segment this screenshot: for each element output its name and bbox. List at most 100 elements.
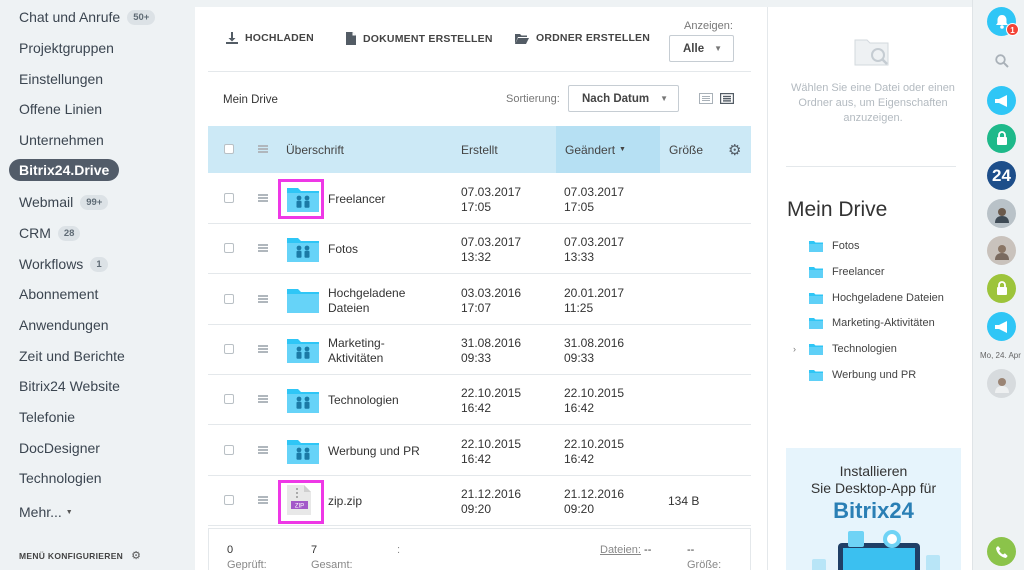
video-chat-button[interactable] (987, 312, 1016, 341)
megaphone-icon (994, 94, 1007, 107)
created-date: 22.10.2015 16:42 (461, 437, 521, 467)
sidebar-item-webmail[interactable]: Webmail 99+ (19, 192, 109, 212)
table-row[interactable]: Technologien 22.10.2015 16:42 22.10.2015 16:… (208, 375, 751, 425)
folder-search-icon (854, 39, 889, 66)
sort-value: Nach Datum (582, 92, 650, 105)
row-checkbox[interactable] (224, 394, 234, 404)
avatar[interactable] (987, 369, 1016, 398)
person-icon (994, 377, 1009, 393)
row-menu-icon[interactable] (258, 194, 268, 202)
column-size-header[interactable]: Größe (669, 126, 703, 173)
gear-icon[interactable]: ⚙ (728, 126, 741, 173)
show-filter-select[interactable]: Alle ▼ (669, 35, 734, 62)
tree-item[interactable]: Technologien (809, 343, 897, 355)
row-menu-icon[interactable] (258, 244, 268, 252)
files-count[interactable]: Dateien: -- (600, 544, 651, 556)
sidebar-item-anwendungen[interactable]: Anwendungen (19, 315, 109, 335)
row-menu-icon[interactable] (258, 395, 268, 403)
create-folder-label: ORDNER ERSTELLEN (536, 32, 651, 44)
avatar[interactable] (987, 236, 1016, 265)
file-name[interactable]: zip.zip (328, 494, 438, 509)
column-changed-header[interactable]: Geändert ▼ (556, 126, 660, 173)
upload-button[interactable]: HOCHLADEN (226, 32, 314, 44)
sidebar-item-abonnement[interactable]: Abonnement (19, 284, 98, 304)
sidebar-item-zeit-berichte[interactable]: Zeit und Berichte (19, 346, 125, 366)
column-created-header[interactable]: Erstellt (461, 126, 498, 173)
shared-folder-icon[interactable] (287, 438, 319, 469)
create-folder-button[interactable]: ORDNER ERSTELLEN (515, 32, 650, 44)
row-menu-icon[interactable] (258, 496, 268, 504)
table-row[interactable]: Fotos 07.03.2017 13:32 07.03.2017 13:33 (208, 224, 751, 274)
tree-item[interactable]: Freelancer (809, 266, 885, 278)
video-chat-button[interactable] (987, 86, 1016, 115)
file-name[interactable]: Marketing-Aktivitäten (328, 336, 438, 366)
drive-main-panel: HOCHLADEN DOKUMENT ERSTELLEN ORDNER ERST… (195, 7, 767, 570)
open-channel-button[interactable] (987, 274, 1016, 303)
tree-item[interactable]: Werbung und PR (809, 369, 916, 381)
file-name[interactable]: Technologien (328, 393, 438, 408)
row-menu-icon[interactable] (258, 345, 268, 353)
shared-folder-icon[interactable] (287, 387, 319, 418)
row-checkbox[interactable] (224, 193, 234, 203)
sidebar-item-label: Bitrix24 Website (19, 378, 120, 394)
row-checkbox[interactable] (224, 294, 234, 304)
sort-select[interactable]: Nach Datum ▼ (568, 85, 679, 112)
right-bar: 1 24 Mo, 24. Apr (972, 0, 1024, 570)
create-document-button[interactable]: DOKUMENT ERSTELLEN (346, 32, 493, 45)
tree-item[interactable]: Marketing-Aktivitäten (809, 317, 935, 329)
file-name[interactable]: Freelancer (328, 192, 438, 207)
list-view-icon[interactable] (720, 93, 734, 104)
file-name[interactable]: Fotos (328, 242, 438, 257)
open-channel-button[interactable] (987, 124, 1016, 153)
chevron-down-icon: ▼ (65, 508, 73, 516)
sidebar-item-technologien[interactable]: Technologien (19, 468, 102, 488)
folder-icon (809, 240, 823, 252)
shared-folder-icon[interactable] (287, 236, 319, 267)
row-checkbox[interactable] (224, 495, 234, 505)
sidebar-item-einstellungen[interactable]: Einstellungen (19, 69, 103, 89)
properties-hint: Wählen Sie eine Datei oder einen Ordner … (791, 82, 955, 124)
sidebar-item-chat[interactable]: Chat und Anrufe 50+ (19, 7, 156, 27)
sidebar-item-workflows[interactable]: Workflows 1 (19, 254, 108, 274)
sidebar-item-website[interactable]: Bitrix24 Website (19, 376, 120, 396)
avatar[interactable] (987, 199, 1016, 228)
sidebar-item-crm[interactable]: CRM 28 (19, 223, 81, 243)
phone-button[interactable] (987, 537, 1016, 566)
table-row[interactable]: Werbung und PR 22.10.2015 16:42 22.10.2015 1… (208, 426, 751, 476)
sidebar-item-drive[interactable]: Bitrix24.Drive (9, 159, 120, 181)
desktop-app-banner[interactable]: Installieren Sie Desktop-App für Bitrix2… (786, 448, 961, 570)
tile-view-icon[interactable] (699, 93, 713, 104)
chevron-right-icon[interactable]: › (793, 344, 796, 354)
tree-item[interactable]: Fotos (809, 240, 860, 252)
shared-folder-icon[interactable] (287, 337, 319, 368)
select-all-checkbox[interactable] (224, 144, 234, 154)
created-time: 09:33 (461, 351, 492, 365)
size-label: Größe: (687, 559, 722, 570)
column-title-header[interactable]: Überschrift (286, 126, 344, 173)
changed-date: 22.10.2015 16:42 (564, 437, 624, 467)
sidebar-item-unternehmen[interactable]: Unternehmen (19, 130, 104, 150)
tree-item-label: Marketing-Aktivitäten (832, 317, 935, 329)
search-button[interactable] (987, 46, 1016, 75)
sidebar-item-label: Technologien (19, 470, 102, 486)
table-row[interactable]: Hochgeladene Dateien 03.03.2016 17:07 20.01… (208, 275, 751, 325)
row-menu-icon[interactable] (258, 446, 268, 454)
sidebar-item-offene-linien[interactable]: Offene Linien (19, 99, 102, 119)
header-label: Überschrift (286, 142, 345, 157)
sidebar-item-projektgruppen[interactable]: Projektgruppen (19, 38, 114, 58)
file-name[interactable]: Werbung und PR (328, 444, 438, 459)
file-name[interactable]: Hochgeladene Dateien (328, 286, 438, 316)
row-checkbox[interactable] (224, 445, 234, 455)
sidebar-item-telefonie[interactable]: Telefonie (19, 407, 75, 427)
folder-icon[interactable] (287, 287, 319, 318)
table-row[interactable]: Marketing-Aktivitäten 31.08.2016 09:33 31.0… (208, 325, 751, 375)
menu-configure-link[interactable]: MENÜ KONFIGURIEREN ⚙ (19, 549, 141, 562)
row-menu-icon[interactable] (258, 295, 268, 303)
tree-item[interactable]: Hochgeladene Dateien (809, 292, 944, 304)
row-checkbox[interactable] (224, 344, 234, 354)
sidebar-item-mehr[interactable]: Mehr... ▼ (19, 502, 73, 522)
created-time: 17:07 (461, 301, 492, 315)
bitrix24-chat-button[interactable]: 24 (987, 161, 1016, 190)
sidebar-item-docdesigner[interactable]: DocDesigner (19, 438, 100, 458)
row-checkbox[interactable] (224, 243, 234, 253)
